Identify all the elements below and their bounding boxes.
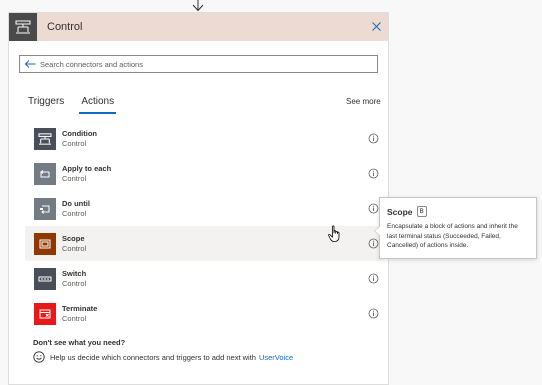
search-input[interactable]	[38, 59, 377, 69]
action-connector: Control	[62, 138, 87, 148]
scope-icon	[34, 232, 56, 255]
tab-actions[interactable]: Actions	[79, 96, 116, 114]
action-name: Condition	[62, 128, 97, 138]
uservoice-link[interactable]: UserVoice	[259, 353, 293, 362]
action-item-terminate[interactable]: Terminate Control	[25, 296, 381, 331]
flow-arrow-icon	[192, 0, 204, 12]
info-icon[interactable]	[368, 273, 379, 284]
condition-icon	[34, 127, 56, 150]
search-box	[19, 55, 378, 73]
action-connector: Control	[62, 278, 87, 288]
panel-title: Control	[47, 21, 83, 33]
control-icon	[9, 13, 37, 41]
action-connector: Control	[62, 208, 87, 218]
action-name: Apply to each	[62, 163, 112, 173]
switch-icon	[34, 267, 56, 290]
terminate-icon	[34, 302, 56, 325]
action-item-do-until[interactable]: Do until Control	[25, 191, 381, 226]
info-icon[interactable]	[368, 203, 379, 214]
action-name: Scope	[62, 233, 85, 243]
smiley-icon	[33, 351, 45, 363]
action-connector: Control	[62, 313, 87, 323]
action-connector: Control	[62, 243, 87, 253]
info-icon[interactable]	[368, 238, 379, 249]
info-icon[interactable]	[368, 308, 379, 319]
panel-header: Control	[9, 13, 388, 41]
info-icon[interactable]	[368, 133, 379, 144]
action-name: Do until	[62, 198, 90, 208]
help-text: Help us decide which connectors and trig…	[50, 352, 256, 362]
loop-icon	[34, 162, 56, 185]
tab-bar: Triggers Actions	[28, 96, 116, 114]
action-name: Switch	[62, 268, 87, 278]
help-line: Help us decide which connectors and trig…	[33, 351, 293, 363]
no-results-title: Don't see what you need?	[33, 338, 126, 347]
back-arrow-icon[interactable]	[22, 56, 38, 72]
action-picker-panel: Control Triggers Actions See more	[8, 12, 389, 385]
tooltip-title: Scope	[387, 206, 413, 217]
action-item-switch[interactable]: Switch Control	[25, 261, 381, 296]
tooltip-shortcut-key: B	[416, 206, 427, 217]
tooltip-description: Encapsulate a block of actions and inher…	[387, 223, 518, 249]
do-until-icon	[34, 197, 56, 220]
close-icon	[371, 21, 381, 31]
see-more-link[interactable]: See more	[346, 97, 381, 106]
hand-cursor-icon	[328, 225, 340, 242]
info-icon[interactable]	[368, 168, 379, 179]
action-item-condition[interactable]: Condition Control	[25, 121, 381, 156]
tooltip-title-row: Scope B	[387, 206, 529, 217]
scope-tooltip: Scope B Encapsulate a block of actions a…	[374, 197, 537, 259]
tab-triggers[interactable]: Triggers	[28, 96, 64, 107]
close-button[interactable]	[368, 18, 384, 34]
action-item-apply-to-each[interactable]: Apply to each Control	[25, 156, 381, 191]
action-name: Terminate	[62, 303, 98, 313]
action-connector: Control	[62, 173, 87, 183]
